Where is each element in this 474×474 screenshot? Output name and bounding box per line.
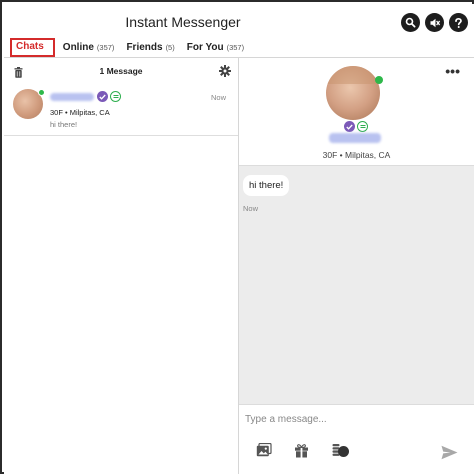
online-indicator xyxy=(38,89,45,96)
app-title: Instant Messenger xyxy=(125,14,241,30)
tab-online[interactable]: Online (357) xyxy=(63,42,115,53)
gear-icon[interactable] xyxy=(219,64,231,82)
header-icons xyxy=(401,13,468,32)
profile-avatar[interactable] xyxy=(326,66,380,120)
messenger-window: Instant Messenger Chats Online (357) Fri… xyxy=(0,0,474,474)
message-time: Now xyxy=(243,204,259,213)
gender-icon xyxy=(110,91,121,102)
message-count: 1 Message xyxy=(99,66,143,76)
gift-icon[interactable] xyxy=(294,443,309,463)
profile-header: ••• 30F • Milpitas, CA xyxy=(239,58,474,166)
coins-icon[interactable] xyxy=(332,443,350,463)
verified-icon xyxy=(97,91,108,102)
tab-online-label: Online xyxy=(62,41,94,53)
header: Instant Messenger Chats Online (357) Fri… xyxy=(4,4,474,58)
gender-icon xyxy=(357,121,368,132)
tab-online-count: (357) xyxy=(96,42,115,52)
search-icon[interactable] xyxy=(401,13,420,32)
more-options-icon[interactable]: ••• xyxy=(445,64,460,78)
tab-chats-label: Chats xyxy=(16,40,44,52)
help-icon[interactable] xyxy=(449,13,468,32)
list-item[interactable]: 30F • Milpitas, CA hi there! Now xyxy=(4,84,238,136)
tab-for-you-count: (357) xyxy=(226,42,245,52)
photo-icon[interactable] xyxy=(256,442,272,462)
send-icon[interactable] xyxy=(441,445,458,465)
tab-bar: Chats Online (357) Friends (5) For You (… xyxy=(10,37,256,57)
chat-list-toolbar: 1 Message xyxy=(4,58,238,82)
tab-friends[interactable]: Friends (5) xyxy=(126,42,174,53)
chat-preview: hi there! xyxy=(50,120,78,129)
profile-meta: 30F • Milpitas, CA xyxy=(322,150,391,160)
blurred-username xyxy=(329,133,381,143)
tab-chats[interactable]: Chats xyxy=(10,37,55,57)
chat-list-pane: 1 Message 30F • Milpitas, CA hi there! N… xyxy=(4,58,239,474)
blurred-username xyxy=(50,93,94,101)
verified-icon xyxy=(344,121,355,132)
online-indicator xyxy=(375,76,383,84)
tab-friends-label: Friends xyxy=(126,41,163,53)
message-bubble: hi there! xyxy=(243,175,290,196)
message-area: hi there! Now xyxy=(239,166,474,404)
chat-meta: 30F • Milpitas, CA xyxy=(50,108,110,117)
tab-for-you[interactable]: For You (357) xyxy=(187,42,244,53)
tab-for-you-label: For You xyxy=(186,41,224,53)
message-input[interactable] xyxy=(245,409,465,429)
composer xyxy=(239,404,474,474)
mute-icon[interactable] xyxy=(425,13,444,32)
tab-friends-count: (5) xyxy=(165,42,175,52)
chat-time: Now xyxy=(210,93,226,102)
conversation-pane: ••• 30F • Milpitas, CA hi there! Now xyxy=(239,58,474,474)
